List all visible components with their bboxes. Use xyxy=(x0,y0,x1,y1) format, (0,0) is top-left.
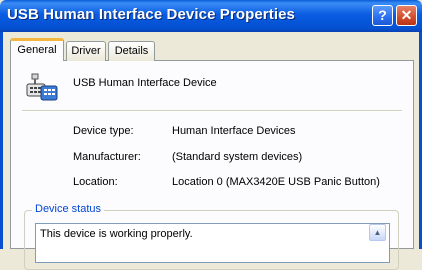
title-bar[interactable]: USB Human Interface Device Properties ? … xyxy=(0,0,422,32)
scroll-up-button[interactable]: ▲ xyxy=(369,224,386,241)
device-type-label: Device type: xyxy=(73,125,134,137)
manufacturer-value: (Standard system devices) xyxy=(172,151,303,163)
tab-driver[interactable]: Driver xyxy=(66,41,106,61)
device-status-label: Device status xyxy=(32,203,105,215)
tab-details[interactable]: Details xyxy=(108,41,155,61)
device-name: USB Human Interface Device xyxy=(73,77,217,89)
close-button[interactable]: ✕ xyxy=(396,5,417,26)
tab-general[interactable]: General xyxy=(10,38,64,61)
window-title: USB Human Interface Device Properties xyxy=(7,6,295,23)
usb-device-icon xyxy=(26,73,58,101)
manufacturer-label: Manufacturer: xyxy=(73,151,141,163)
device-status-text: This device is working properly. xyxy=(40,228,193,240)
divider xyxy=(22,110,402,112)
help-button[interactable]: ? xyxy=(372,5,393,26)
location-value: Location 0 (MAX3420E USB Panic Button) xyxy=(172,176,380,188)
device-type-value: Human Interface Devices xyxy=(172,125,296,137)
location-label: Location: xyxy=(73,176,118,188)
